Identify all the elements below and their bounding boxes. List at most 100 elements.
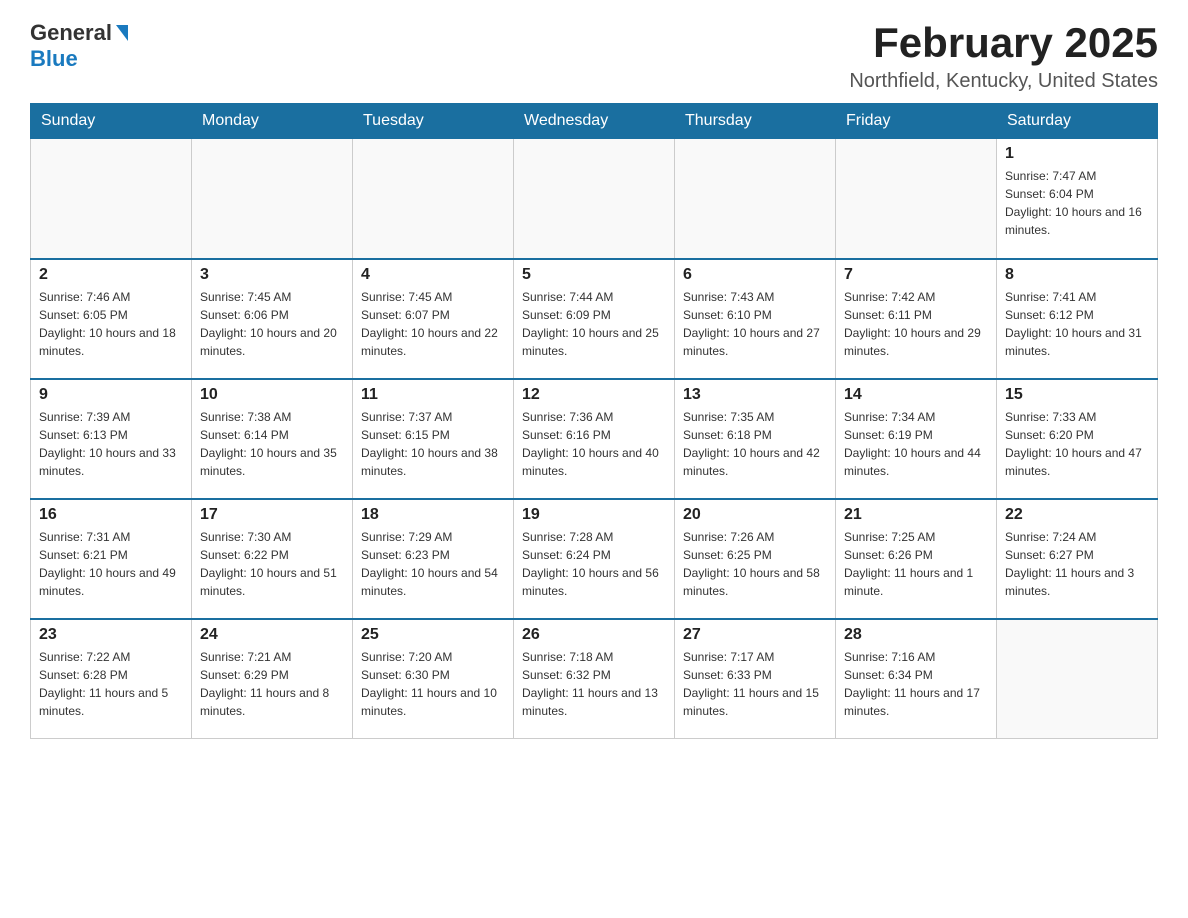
day-number: 12 [522, 386, 666, 404]
day-info: Sunrise: 7:42 AM Sunset: 6:11 PM Dayligh… [844, 288, 988, 360]
calendar-week-row: 23 Sunrise: 7:22 AM Sunset: 6:28 PM Dayli… [31, 619, 1158, 739]
day-info: Sunrise: 7:25 AM Sunset: 6:26 PM Dayligh… [844, 528, 988, 600]
calendar-day-cell: 4 Sunrise: 7:45 AM Sunset: 6:07 PM Daylig… [353, 259, 514, 379]
calendar-week-row: 9Sunrise: 7:39 AM Sunset: 6:13 PM Daylig… [31, 379, 1158, 499]
calendar-day-cell: 13 Sunrise: 7:35 AM Sunset: 6:18 PM Dayli… [675, 379, 836, 499]
calendar-day-cell [997, 619, 1158, 739]
day-info: Sunrise: 7:35 AM Sunset: 6:18 PM Dayligh… [683, 408, 827, 480]
day-number: 11 [361, 386, 505, 404]
day-info: Sunrise: 7:43 AM Sunset: 6:10 PM Dayligh… [683, 288, 827, 360]
day-info: Sunrise: 7:33 AM Sunset: 6:20 PM Dayligh… [1005, 408, 1149, 480]
weekday-header-saturday: Saturday [997, 104, 1158, 139]
day-number: 28 [844, 626, 988, 644]
calendar-day-cell: 22Sunrise: 7:24 AM Sunset: 6:27 PM Dayli… [997, 499, 1158, 619]
calendar-day-cell: 6 Sunrise: 7:43 AM Sunset: 6:10 PM Daylig… [675, 259, 836, 379]
calendar-week-row: 1 Sunrise: 7:47 AM Sunset: 6:04 PM Daylig… [31, 139, 1158, 259]
calendar-header-row: SundayMondayTuesdayWednesdayThursdayFrid… [31, 104, 1158, 139]
day-number: 16 [39, 506, 183, 524]
day-number: 4 [361, 266, 505, 284]
calendar-day-cell: 21Sunrise: 7:25 AM Sunset: 6:26 PM Dayli… [836, 499, 997, 619]
day-number: 1 [1005, 145, 1149, 163]
calendar-day-cell: 17 Sunrise: 7:30 AM Sunset: 6:22 PM Dayli… [192, 499, 353, 619]
calendar-title: February 2025 [849, 20, 1158, 66]
calendar-day-cell: 16 Sunrise: 7:31 AM Sunset: 6:21 PM Dayli… [31, 499, 192, 619]
calendar-day-cell: 10 Sunrise: 7:38 AM Sunset: 6:14 PM Dayli… [192, 379, 353, 499]
calendar-day-cell: 5 Sunrise: 7:44 AM Sunset: 6:09 PM Daylig… [514, 259, 675, 379]
day-info: Sunrise: 7:36 AM Sunset: 6:16 PM Dayligh… [522, 408, 666, 480]
day-number: 27 [683, 626, 827, 644]
day-info: Sunrise: 7:37 AM Sunset: 6:15 PM Dayligh… [361, 408, 505, 480]
day-info: Sunrise: 7:31 AM Sunset: 6:21 PM Dayligh… [39, 528, 183, 600]
day-info: Sunrise: 7:22 AM Sunset: 6:28 PM Dayligh… [39, 648, 183, 720]
day-info: Sunrise: 7:30 AM Sunset: 6:22 PM Dayligh… [200, 528, 344, 600]
weekday-header-tuesday: Tuesday [353, 104, 514, 139]
calendar-day-cell: 23 Sunrise: 7:22 AM Sunset: 6:28 PM Dayli… [31, 619, 192, 739]
calendar-day-cell: 26 Sunrise: 7:18 AM Sunset: 6:32 PM Dayli… [514, 619, 675, 739]
day-number: 25 [361, 626, 505, 644]
logo: General Blue [30, 20, 128, 72]
day-info: Sunrise: 7:34 AM Sunset: 6:19 PM Dayligh… [844, 408, 988, 480]
calendar-day-cell: 19Sunrise: 7:28 AM Sunset: 6:24 PM Dayli… [514, 499, 675, 619]
day-number: 14 [844, 386, 988, 404]
weekday-header-sunday: Sunday [31, 104, 192, 139]
calendar-day-cell: 9Sunrise: 7:39 AM Sunset: 6:13 PM Daylig… [31, 379, 192, 499]
day-number: 23 [39, 626, 183, 644]
day-info: Sunrise: 7:18 AM Sunset: 6:32 PM Dayligh… [522, 648, 666, 720]
day-info: Sunrise: 7:41 AM Sunset: 6:12 PM Dayligh… [1005, 288, 1149, 360]
day-info: Sunrise: 7:17 AM Sunset: 6:33 PM Dayligh… [683, 648, 827, 720]
calendar-day-cell: 14 Sunrise: 7:34 AM Sunset: 6:19 PM Dayli… [836, 379, 997, 499]
logo-blue-text: Blue [30, 46, 78, 72]
calendar-day-cell: 7 Sunrise: 7:42 AM Sunset: 6:11 PM Daylig… [836, 259, 997, 379]
day-info: Sunrise: 7:45 AM Sunset: 6:07 PM Dayligh… [361, 288, 505, 360]
weekday-header-wednesday: Wednesday [514, 104, 675, 139]
calendar-day-cell: 1 Sunrise: 7:47 AM Sunset: 6:04 PM Daylig… [997, 139, 1158, 259]
calendar-day-cell: 15 Sunrise: 7:33 AM Sunset: 6:20 PM Dayli… [997, 379, 1158, 499]
logo-general-text: General [30, 20, 112, 46]
day-info: Sunrise: 7:16 AM Sunset: 6:34 PM Dayligh… [844, 648, 988, 720]
calendar-day-cell [31, 139, 192, 259]
calendar-day-cell [192, 139, 353, 259]
day-number: 13 [683, 386, 827, 404]
day-number: 17 [200, 506, 344, 524]
calendar-table: SundayMondayTuesdayWednesdayThursdayFrid… [30, 103, 1158, 739]
day-number: 7 [844, 266, 988, 284]
calendar-day-cell: 24 Sunrise: 7:21 AM Sunset: 6:29 PM Dayli… [192, 619, 353, 739]
day-number: 24 [200, 626, 344, 644]
day-info: Sunrise: 7:46 AM Sunset: 6:05 PM Dayligh… [39, 288, 183, 360]
calendar-week-row: 16 Sunrise: 7:31 AM Sunset: 6:21 PM Dayli… [31, 499, 1158, 619]
calendar-day-cell: 3Sunrise: 7:45 AM Sunset: 6:06 PM Daylig… [192, 259, 353, 379]
calendar-day-cell: 28 Sunrise: 7:16 AM Sunset: 6:34 PM Dayli… [836, 619, 997, 739]
day-info: Sunrise: 7:45 AM Sunset: 6:06 PM Dayligh… [200, 288, 344, 360]
day-number: 8 [1005, 266, 1149, 284]
calendar-day-cell: 25 Sunrise: 7:20 AM Sunset: 6:30 PM Dayli… [353, 619, 514, 739]
day-number: 15 [1005, 386, 1149, 404]
day-number: 5 [522, 266, 666, 284]
day-number: 20 [683, 506, 827, 524]
day-number: 10 [200, 386, 344, 404]
weekday-header-friday: Friday [836, 104, 997, 139]
day-info: Sunrise: 7:47 AM Sunset: 6:04 PM Dayligh… [1005, 167, 1149, 239]
title-block: February 2025 Northfield, Kentucky, Unit… [849, 20, 1158, 93]
logo-triangle-icon [116, 25, 128, 41]
calendar-location: Northfield, Kentucky, United States [849, 70, 1158, 93]
day-number: 6 [683, 266, 827, 284]
day-info: Sunrise: 7:29 AM Sunset: 6:23 PM Dayligh… [361, 528, 505, 600]
calendar-day-cell: 8 Sunrise: 7:41 AM Sunset: 6:12 PM Daylig… [997, 259, 1158, 379]
day-info: Sunrise: 7:21 AM Sunset: 6:29 PM Dayligh… [200, 648, 344, 720]
calendar-day-cell: 12 Sunrise: 7:36 AM Sunset: 6:16 PM Dayli… [514, 379, 675, 499]
calendar-day-cell [836, 139, 997, 259]
day-number: 19 [522, 506, 666, 524]
calendar-day-cell: 11 Sunrise: 7:37 AM Sunset: 6:15 PM Dayli… [353, 379, 514, 499]
day-number: 26 [522, 626, 666, 644]
day-info: Sunrise: 7:24 AM Sunset: 6:27 PM Dayligh… [1005, 528, 1149, 600]
day-number: 18 [361, 506, 505, 524]
day-info: Sunrise: 7:20 AM Sunset: 6:30 PM Dayligh… [361, 648, 505, 720]
day-info: Sunrise: 7:39 AM Sunset: 6:13 PM Dayligh… [39, 408, 183, 480]
calendar-day-cell [675, 139, 836, 259]
day-info: Sunrise: 7:38 AM Sunset: 6:14 PM Dayligh… [200, 408, 344, 480]
calendar-day-cell: 18 Sunrise: 7:29 AM Sunset: 6:23 PM Dayli… [353, 499, 514, 619]
calendar-day-cell: 2Sunrise: 7:46 AM Sunset: 6:05 PM Daylig… [31, 259, 192, 379]
day-info: Sunrise: 7:44 AM Sunset: 6:09 PM Dayligh… [522, 288, 666, 360]
weekday-header-thursday: Thursday [675, 104, 836, 139]
weekday-header-monday: Monday [192, 104, 353, 139]
